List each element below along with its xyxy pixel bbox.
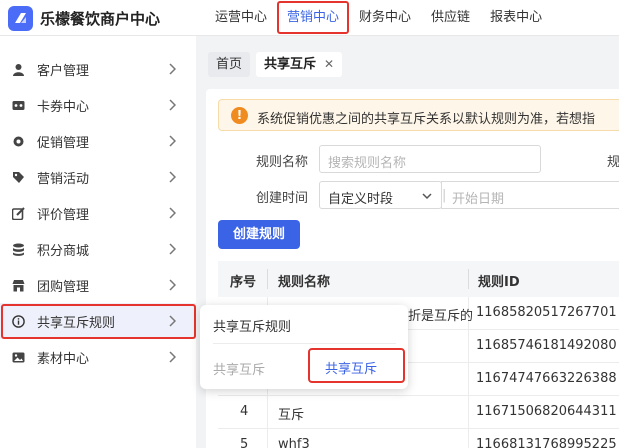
tag-icon — [13, 172, 24, 183]
database-icon — [13, 243, 24, 256]
rule-name-input[interactable]: 搜索规则名称 — [319, 145, 541, 173]
warning-icon: ! — [231, 107, 248, 124]
topnav-supply-chain[interactable]: 供应链 — [421, 0, 480, 36]
chevron-right-icon — [169, 135, 176, 147]
chevron-right-icon — [169, 207, 176, 219]
tab-home[interactable]: 首页 — [208, 52, 251, 77]
highlight-box — [1, 304, 196, 339]
sidebar-item-label: 素材中心 — [37, 352, 90, 367]
time-range-value: 自定义时段 — [328, 192, 394, 207]
table-row[interactable]: 4 互斥 11671506820644311 — [218, 396, 619, 429]
edit-icon — [12, 207, 25, 220]
notice-banner: ! 系统促销优惠之间的共享互斥关系以默认规则为准，若想指 — [218, 99, 619, 131]
chevron-right-icon — [169, 171, 176, 183]
header-rule-id: 规则ID — [478, 275, 520, 290]
submenu-item-label: 共享互斥 — [325, 362, 378, 377]
sidebar: 客户管理 卡券中心 促销管理 营销活动 评价管理 积分商城 团购管理 共享互斥规… — [0, 36, 196, 448]
sidebar-item-points-mall[interactable]: 积分商城 — [0, 231, 196, 267]
sidebar-item-reviews[interactable]: 评价管理 — [0, 195, 196, 231]
header-index: 序号 — [230, 275, 257, 290]
date-separator: | — [442, 188, 447, 203]
brand-logo-icon[interactable] — [8, 6, 33, 31]
close-icon[interactable]: ✕ — [324, 52, 334, 77]
row-rule-id: 11668131768995225 — [476, 437, 617, 448]
chevron-right-icon — [169, 243, 176, 255]
row-rule-id: 11674747663226388 — [476, 371, 617, 386]
top-nav: 运营中心 营销中心 财务中心 供应链 报表中心 — [205, 0, 552, 36]
rule-type-label: 规 — [607, 155, 619, 170]
sidebar-item-label: 卡券中心 — [37, 100, 90, 115]
row-rule-id: 11671506820644311 — [476, 404, 617, 419]
row-rule-name: 互斥 — [278, 408, 305, 423]
submenu-divider — [213, 343, 396, 344]
row-rule-id: 11685820517267701 — [476, 305, 617, 320]
create-rule-button[interactable]: 创建规则 — [218, 220, 300, 249]
topnav-reports[interactable]: 报表中心 — [480, 0, 552, 36]
top-bar: 乐檬餐饮商户中心 运营中心 营销中心 财务中心 供应链 报表中心 — [0, 0, 619, 36]
table-row[interactable]: 5 whf3 11668131768995225 — [218, 429, 619, 448]
start-date-placeholder: 开始日期 — [452, 192, 505, 207]
sidebar-item-materials[interactable]: 素材中心 — [0, 339, 196, 375]
row-index: 5 — [240, 437, 249, 448]
chevron-down-icon — [422, 193, 432, 200]
sidebar-item-label: 促销管理 — [37, 136, 90, 151]
time-range-select[interactable]: 自定义时段 — [319, 181, 442, 209]
row-rule-name: whf3 — [278, 437, 310, 448]
tab-current-label: 共享互斥 — [264, 57, 317, 72]
topnav-operations[interactable]: 运营中心 — [205, 0, 277, 36]
store-icon — [12, 280, 25, 292]
submenu-title: 共享互斥规则 — [213, 320, 292, 335]
sidebar-item-sharing-rules[interactable]: 共享互斥规则 — [0, 303, 196, 339]
chevron-right-icon — [169, 63, 176, 75]
submenu-popup: 共享互斥规则 共享互斥 共享互斥 — [200, 305, 408, 389]
column-divider — [468, 269, 469, 289]
tab-current[interactable]: 共享互斥 ✕ — [256, 52, 343, 77]
rule-name-placeholder: 搜索规则名称 — [328, 156, 407, 171]
start-date-input[interactable]: | 开始日期 — [441, 181, 619, 209]
sidebar-item-label: 客户管理 — [37, 64, 90, 79]
sidebar-item-campaigns[interactable]: 营销活动 — [0, 159, 196, 195]
chevron-right-icon — [169, 279, 176, 291]
sidebar-item-group-buying[interactable]: 团购管理 — [0, 267, 196, 303]
row-rule-id: 11685746181492080 — [476, 338, 617, 353]
gear-icon — [13, 136, 24, 147]
submenu-group-label: 共享互斥 — [213, 363, 266, 378]
chevron-right-icon — [169, 351, 176, 363]
sidebar-item-label: 营销活动 — [37, 172, 90, 187]
topnav-marketing[interactable]: 营销中心 — [277, 0, 350, 36]
topnav-finance[interactable]: 财务中心 — [349, 0, 421, 36]
sidebar-item-customers[interactable]: 客户管理 — [0, 51, 196, 87]
column-divider — [267, 269, 268, 289]
row-index: 4 — [240, 404, 249, 419]
sidebar-item-label: 团购管理 — [37, 280, 90, 295]
brand-title: 乐檬餐饮商户中心 — [40, 10, 161, 28]
rule-name-label: 规则名称 — [256, 155, 309, 170]
sidebar-item-coupons[interactable]: 卡券中心 — [0, 87, 196, 123]
created-time-label: 创建时间 — [256, 191, 309, 206]
user-icon — [13, 64, 24, 76]
sidebar-item-label: 积分商城 — [37, 244, 90, 259]
header-rule-name: 规则名称 — [278, 275, 331, 290]
notice-text: 系统促销优惠之间的共享互斥关系以默认规则为准，若想指 — [257, 112, 596, 127]
coupon-icon — [12, 101, 25, 110]
sidebar-item-label: 评价管理 — [37, 208, 90, 223]
table-header: 序号 规则名称 规则ID — [218, 261, 619, 297]
image-icon — [12, 352, 25, 363]
submenu-item-sharing[interactable]: 共享互斥 — [308, 348, 405, 383]
content-card: ! 系统促销优惠之间的共享互斥关系以默认规则为准，若想指 规则名称 搜索规则名称… — [206, 89, 619, 448]
highlight-box — [277, 1, 350, 34]
row-rule-name: 折是互斥的 — [408, 309, 474, 324]
sidebar-item-promotions[interactable]: 促销管理 — [0, 123, 196, 159]
chevron-right-icon — [169, 99, 176, 111]
